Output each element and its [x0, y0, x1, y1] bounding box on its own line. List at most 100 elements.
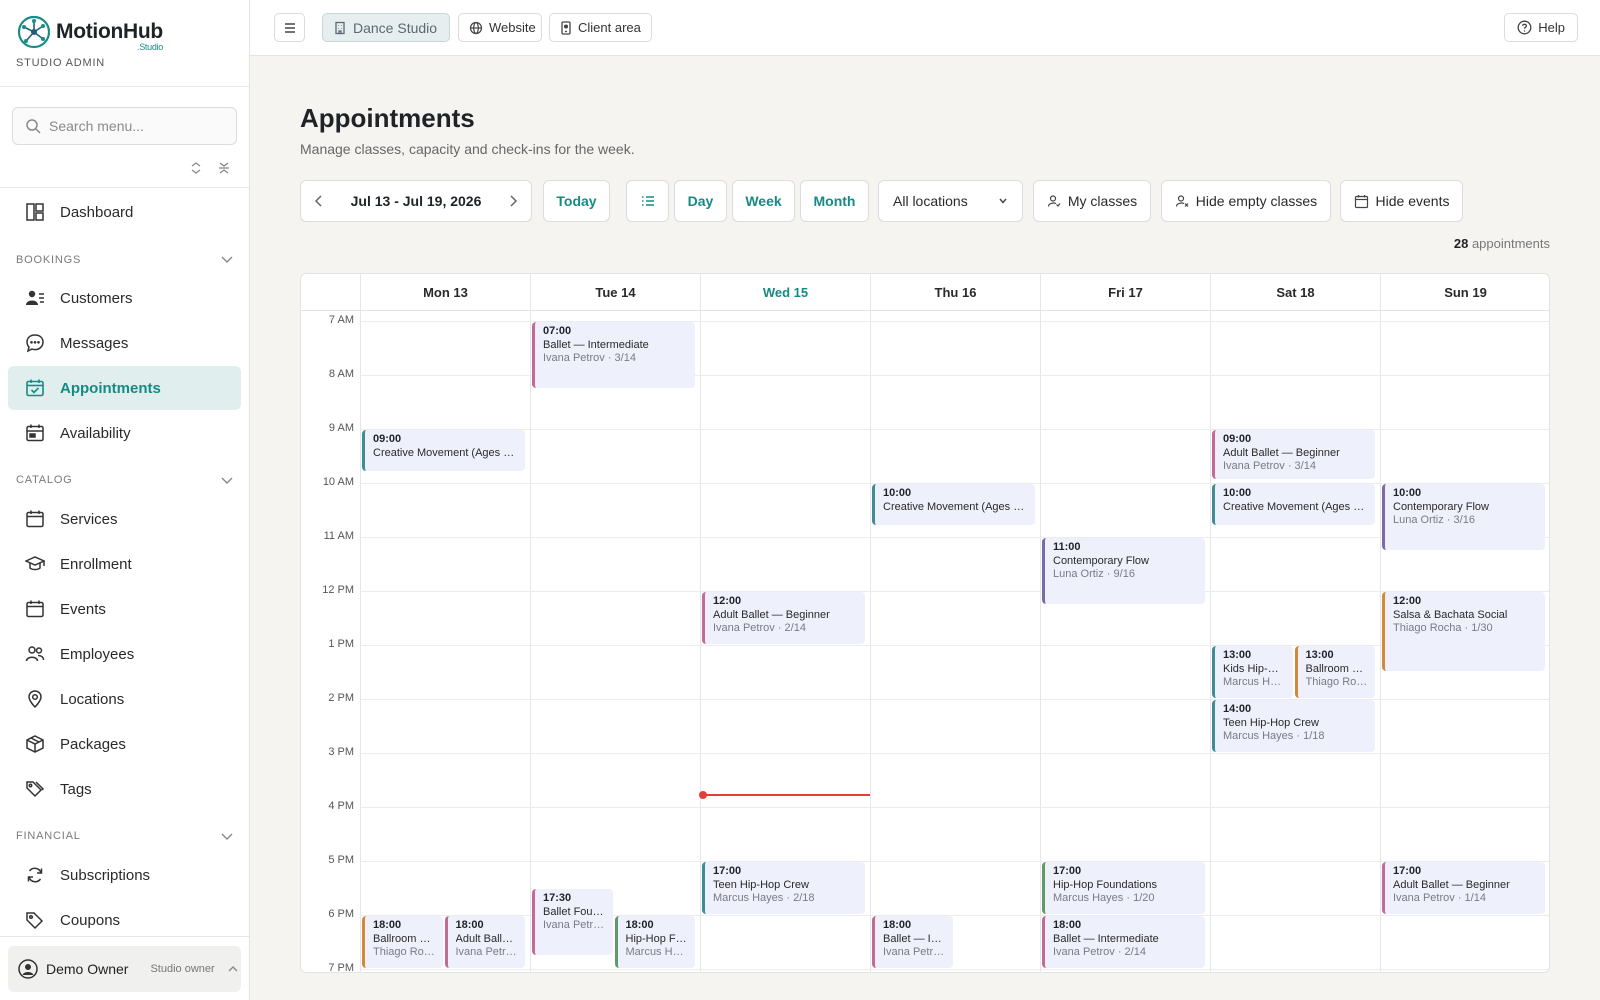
- appointment-card[interactable]: 11:00 Contemporary Flow Luna Ortiz · 9/16: [1042, 538, 1205, 604]
- sidebar-item-employees[interactable]: Employees: [8, 632, 241, 676]
- appointment-card[interactable]: 10:00 Creative Movement (Ages 5-7): [872, 484, 1035, 526]
- appointment-name: Adult Ballet — Beginner: [713, 609, 830, 621]
- collapse-all-icon[interactable]: [216, 160, 232, 176]
- appointment-card[interactable]: 17:00 Teen Hip-Hop Crew Marcus Hayes · 2/1…: [702, 862, 865, 914]
- client-area-link[interactable]: Client area: [549, 13, 652, 42]
- chevron-down-icon[interactable]: [220, 255, 234, 265]
- appointment-name: Teen Hip-Hop Crew: [713, 879, 809, 891]
- location-select[interactable]: All locations: [878, 180, 1023, 222]
- today-button[interactable]: Today: [543, 180, 610, 222]
- section-bookings[interactable]: BOOKINGS: [16, 254, 81, 266]
- appointment-card[interactable]: 14:00 Teen Hip-Hop Crew Marcus Hayes · 1/1…: [1212, 700, 1375, 752]
- day-header[interactable]: Wed 15: [700, 274, 870, 311]
- day-header[interactable]: Fri 17: [1040, 274, 1210, 311]
- day-header[interactable]: Thu 16: [870, 274, 1040, 311]
- user-menu[interactable]: Demo Owner Studio owner: [8, 946, 241, 992]
- menu-search[interactable]: [12, 107, 237, 145]
- appointment-card[interactable]: 18:00 Ballet — IntermediateIvana Petrov ·…: [872, 916, 953, 968]
- appointment-name: Kids Hip-Hop Crew: [1223, 663, 1287, 675]
- sidebar-item-services[interactable]: Services: [8, 497, 241, 541]
- calendar-check-icon: [24, 377, 46, 399]
- sidebar-item-messages[interactable]: Messages: [8, 321, 241, 365]
- appointment-detail: Ivana Petrov · 2/14: [883, 946, 947, 958]
- appointment-card[interactable]: 13:00 Kids Hip-Hop CrewMarcus Hayes · 1/2…: [1212, 646, 1293, 698]
- sidebar-item-dashboard[interactable]: Dashboard: [8, 190, 241, 234]
- sidebar-item-label: Dashboard: [60, 203, 134, 221]
- hour-label: 6 PM: [328, 908, 354, 920]
- menu-toggle-button[interactable]: [274, 13, 305, 42]
- day-header[interactable]: Sun 19: [1380, 274, 1549, 311]
- week-calendar: Mon 13 Tue 14 Wed 15 Thu 16 Fri 17 Sat 18 Sun …: [300, 273, 1550, 973]
- expand-all-icon[interactable]: [188, 160, 204, 176]
- hour-label: 5 PM: [328, 854, 354, 866]
- chevron-right-icon[interactable]: [507, 194, 519, 208]
- hide-empty-classes-button[interactable]: Hide empty classes: [1161, 180, 1331, 222]
- appointment-card[interactable]: 12:00 Salsa & Bachata Social Thiago Rocha …: [1382, 592, 1545, 671]
- chevron-left-icon[interactable]: [313, 194, 325, 208]
- sidebar-item-enrollment[interactable]: Enrollment: [8, 542, 241, 586]
- list-view-button[interactable]: [626, 180, 669, 222]
- appointment-card[interactable]: 13:00 Ballroom BasicsThiago Rocha · 1/20: [1294, 646, 1375, 698]
- day-header[interactable]: Tue 14: [530, 274, 700, 311]
- sidebar-item-label: Services: [60, 510, 118, 528]
- appointment-card[interactable]: 17:00 Hip-Hop Foundations Marcus Hayes · 1…: [1042, 862, 1205, 914]
- sidebar-item-label: Enrollment: [60, 555, 132, 573]
- appointment-card[interactable]: 18:00 Ballroom BasicsThiago Rocha · 1/20: [362, 916, 443, 968]
- website-link[interactable]: Website: [458, 13, 542, 42]
- hide-events-label: Hide events: [1375, 193, 1450, 209]
- day-header[interactable]: Mon 13: [360, 274, 530, 311]
- appointment-detail: Ivana Petrov · 2/14: [1053, 946, 1146, 958]
- hour-label: 8 AM: [328, 368, 354, 380]
- appointment-name: Hip-Hop Foundations: [625, 933, 690, 945]
- sidebar-item-customers[interactable]: Customers: [8, 276, 241, 320]
- appointment-card[interactable]: 18:00 Hip-Hop FoundationsMarcus Hayes · 1…: [614, 916, 695, 968]
- appointment-card[interactable]: 10:00 Contemporary Flow Luna Ortiz · 3/16: [1382, 484, 1545, 550]
- appointment-card[interactable]: 17:00 Adult Ballet — Beginner Ivana Petrov…: [1382, 862, 1545, 914]
- appointment-name: Creative Movement (Ages 5-7): [373, 447, 519, 459]
- graduation-cap-icon: [24, 553, 46, 575]
- appointment-card[interactable]: 17:30 Ballet FoundationsIvana Petrov · 2/…: [532, 889, 613, 955]
- sidebar-item-appointments[interactable]: Appointments: [8, 366, 241, 410]
- sidebar-item-availability[interactable]: Availability: [8, 411, 241, 455]
- day-header[interactable]: Sat 18: [1210, 274, 1380, 311]
- appointment-card[interactable]: 12:00 Adult Ballet — Beginner Ivana Petrov…: [702, 592, 865, 644]
- chevron-down-icon[interactable]: [220, 476, 234, 486]
- section-financial[interactable]: FINANCIAL: [16, 830, 81, 842]
- studio-selector[interactable]: Dance Studio: [322, 13, 450, 42]
- appointment-name: Ballroom Basics: [373, 933, 437, 945]
- hour-label: 3 PM: [328, 746, 354, 758]
- sidebar-item-subscriptions[interactable]: Subscriptions: [8, 853, 241, 897]
- appointment-name: Teen Hip-Hop Crew: [1223, 717, 1319, 729]
- day-column-divider: [700, 311, 701, 972]
- section-catalog[interactable]: CATALOG: [16, 474, 73, 486]
- my-classes-button[interactable]: My classes: [1033, 180, 1151, 222]
- calendar-icon: [24, 598, 46, 620]
- calendar-header: Mon 13 Tue 14 Wed 15 Thu 16 Fri 17 Sat 18 Sun …: [301, 274, 1549, 311]
- sidebar-item-packages[interactable]: Packages: [8, 722, 241, 766]
- sidebar-item-locations[interactable]: Locations: [8, 677, 241, 721]
- appointment-detail: Ivana Petrov · 3/14: [543, 352, 636, 364]
- week-view-button[interactable]: Week: [732, 180, 795, 222]
- day-column-divider: [1210, 311, 1211, 972]
- appointment-name: Adult Ballet — Beginner: [455, 933, 520, 945]
- appointment-card[interactable]: 07:00 Ballet — Intermediate Ivana Petrov ·…: [532, 322, 695, 388]
- month-view-button[interactable]: Month: [800, 180, 869, 222]
- appointment-card[interactable]: 18:00 Adult Ballet — BeginnerIvana Petrov…: [444, 916, 525, 968]
- brand-logo[interactable]: MotionHub .Studio: [16, 14, 163, 52]
- appointment-card[interactable]: 10:00 Creative Movement (Ages 5-7): [1212, 484, 1375, 526]
- day-view-button[interactable]: Day: [674, 180, 727, 222]
- hour-gridline: [360, 969, 1549, 970]
- appointment-card[interactable]: 09:00 Creative Movement (Ages 5-7): [362, 430, 525, 472]
- date-range-label[interactable]: Jul 13 - Jul 19, 2026: [351, 193, 482, 209]
- hour-label: 11 AM: [323, 530, 354, 542]
- hide-events-button[interactable]: Hide events: [1340, 180, 1463, 222]
- appointment-card[interactable]: 09:00 Adult Ballet — Beginner Ivana Petrov…: [1212, 430, 1375, 480]
- sidebar-item-events[interactable]: Events: [8, 587, 241, 631]
- help-button[interactable]: Help: [1504, 13, 1578, 42]
- appointment-time: 18:00: [1053, 919, 1082, 931]
- search-input[interactable]: [49, 118, 229, 134]
- sidebar-item-tags[interactable]: Tags: [8, 767, 241, 811]
- chevron-down-icon[interactable]: [220, 832, 234, 842]
- appointment-detail: Marcus Hayes · 1/18: [1223, 730, 1325, 742]
- appointment-card[interactable]: 18:00 Ballet — IntermediateIvana Petrov ·…: [1042, 916, 1205, 968]
